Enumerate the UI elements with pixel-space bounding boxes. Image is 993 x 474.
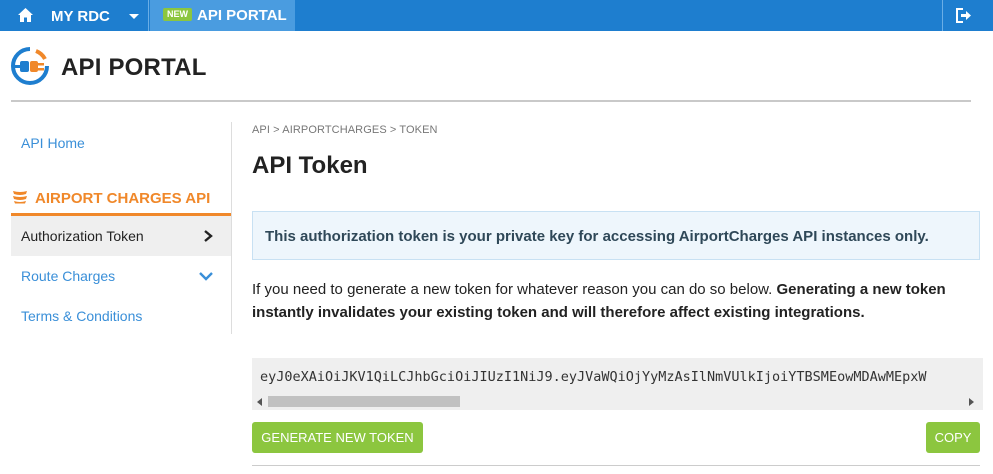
sidebar-section-airport-charges: AIRPORT CHARGES API: [11, 186, 232, 216]
sidebar-item-authorization-token[interactable]: Authorization Token: [11, 216, 232, 256]
home-icon: [18, 8, 33, 22]
topbar-divider-right: [942, 0, 943, 31]
sidebar-item-terms[interactable]: Terms & Conditions: [21, 308, 142, 324]
description-plain: If you need to generate a new token for …: [252, 281, 777, 298]
logout-icon[interactable]: [954, 7, 972, 24]
token-value[interactable]: eyJ0eXAiOiJKV1QiLCJhbGciOiJIUzI1NiJ9.eyJ…: [260, 369, 926, 385]
sidebar-item-label: Authorization Token: [21, 228, 144, 244]
topbar-divider: [148, 0, 149, 31]
my-rdc-menu[interactable]: MY RDC: [0, 0, 148, 31]
scrollbar-thumb[interactable]: [268, 396, 460, 407]
sidebar-section-label: AIRPORT CHARGES API: [35, 190, 211, 207]
flame-icon: [13, 191, 27, 204]
scroll-right-icon[interactable]: [969, 398, 974, 406]
new-badge: NEW: [163, 8, 192, 21]
info-alert: This authorization token is your private…: [252, 211, 980, 260]
page-title: API PORTAL: [61, 54, 207, 81]
sidebar-item-api-home[interactable]: API Home: [21, 135, 85, 151]
api-portal-tab-label: API PORTAL: [197, 7, 287, 24]
token-description: If you need to generate a new token for …: [252, 278, 982, 324]
breadcrumb: API > AIRPORTCHARGES > TOKEN: [252, 124, 438, 136]
chevron-down-icon[interactable]: [199, 271, 213, 281]
content-title: API Token: [252, 152, 368, 179]
content-divider: [252, 465, 980, 466]
top-navbar: MY RDC NEW API PORTAL: [0, 0, 993, 31]
scroll-left-icon[interactable]: [257, 398, 262, 406]
copy-button[interactable]: COPY: [926, 422, 980, 453]
api-portal-tab[interactable]: NEW API PORTAL: [150, 0, 295, 31]
info-alert-text: This authorization token is your private…: [265, 228, 929, 245]
generate-token-button[interactable]: GENERATE NEW TOKEN: [252, 422, 423, 453]
my-rdc-label: MY RDC: [51, 8, 110, 25]
chevron-right-icon: [204, 230, 213, 242]
caret-down-icon[interactable]: [129, 14, 139, 19]
sidebar-item-route-charges[interactable]: Route Charges: [21, 268, 115, 284]
token-scrollbar[interactable]: [252, 393, 983, 409]
api-plug-logo: [11, 47, 49, 85]
header-divider: [11, 100, 971, 102]
sidebar-divider: [231, 122, 232, 334]
